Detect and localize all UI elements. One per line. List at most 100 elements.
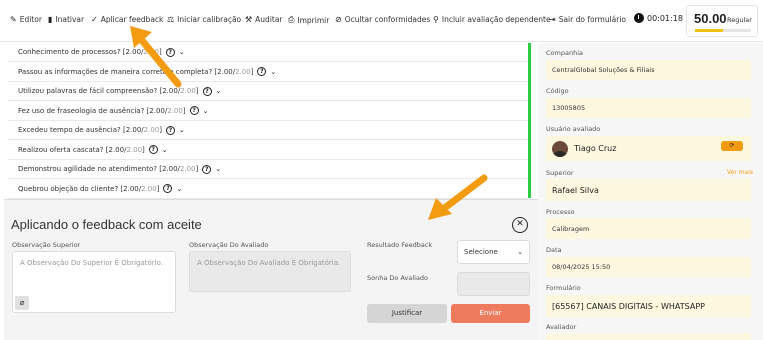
codigo-label: Código (546, 87, 569, 95)
ocultar-conformidades-button[interactable]: ⊘ Ocultar conformidades (335, 15, 430, 24)
inativar-button[interactable]: ▮ Inativar (48, 15, 84, 24)
help-icon[interactable]: ? (202, 164, 212, 174)
question-row[interactable]: Demonstrou agilidade no atendimento? [2.… (8, 160, 528, 179)
score-label: Regular (727, 16, 752, 24)
trash-icon: ▮ (48, 15, 53, 24)
question-text: Utilizou palavras de fácil compreensão? (18, 87, 158, 95)
question-points: [2.00/ (159, 87, 181, 95)
question-row[interactable]: Realizou oferta cascata? [2.00/2.00]? ⌄ (8, 141, 528, 160)
help-icon[interactable]: ? (165, 125, 175, 135)
question-text: Quebrou objeção do cliente? (18, 184, 119, 193)
question-max: 2.00 (235, 67, 251, 76)
usuario-field: Tiago Cruz ⟳ (546, 136, 751, 161)
modal-title: Aplicando o feedback com aceite (11, 217, 202, 232)
edit-icon: ✎ (10, 15, 17, 24)
feedback-modal: Aplicando o feedback com aceite ✕ Observ… (4, 199, 538, 340)
help-icon[interactable]: ? (189, 106, 199, 115)
superior-field: Rafael Silva (546, 179, 751, 201)
swap-icon[interactable]: ⟳ (721, 141, 743, 151)
question-points: [2.00/ (120, 184, 142, 193)
question-points-close: ] (142, 145, 145, 154)
justificar-button[interactable]: Justificar (367, 304, 447, 323)
avaliador-label: Avaliador (546, 323, 577, 331)
chevron-down-icon[interactable]: ⌄ (176, 185, 182, 193)
imprimir-button[interactable]: ⎙ Imprimir (288, 15, 329, 25)
avaliador-field (546, 333, 751, 340)
exit-icon: ⇥ (549, 15, 556, 24)
attach-icon[interactable]: ⌀ (15, 296, 29, 310)
question-row[interactable]: Passou as informações de maneira correta… (8, 63, 528, 82)
chevron-down-icon[interactable]: ⌄ (179, 48, 185, 56)
chevron-down-icon[interactable]: ⌄ (203, 107, 209, 115)
question-points: [2.00/ (159, 165, 180, 173)
sonha-avaliado-input (457, 272, 530, 296)
question-max: 2.00 (180, 87, 196, 95)
obs-avaliado-label: Observação Do Avaliado (189, 241, 269, 249)
eye-off-icon: ⊘ (335, 15, 342, 24)
question-max: 2.00 (141, 184, 157, 193)
question-points: [2.00/ (122, 126, 144, 134)
sair-formulario-button[interactable]: ⇥ Sair do formulário (549, 15, 626, 24)
question-text: Realizou oferta cascata? (18, 145, 104, 154)
questions-list: Conhecimento de processos? [2.00/2.00]? ⌄… (8, 43, 531, 199)
question-max: 2.00 (179, 165, 196, 173)
processo-label: Processo (546, 208, 575, 216)
help-icon[interactable]: ? (165, 47, 175, 57)
score-progress-fill (695, 29, 723, 32)
chevron-down-icon[interactable]: ⌄ (216, 87, 222, 95)
question-points-close: ] (182, 106, 186, 115)
formulario-field: [65567] CANAIS DIGITAIS - WHATSAPP (546, 295, 751, 317)
question-max: 2.00 (143, 48, 159, 56)
question-max: 2.00 (126, 145, 143, 154)
editor-button[interactable]: ✎ Editor (10, 15, 42, 24)
chevron-down-icon: ⌄ (517, 248, 523, 256)
question-text: Fez uso de fraseologia de ausência? (18, 106, 145, 115)
resultado-feedback-value: Selecione (464, 248, 498, 256)
question-points-close: ] (156, 184, 160, 193)
aplicar-feedback-button[interactable]: ✓ Aplicar feedback (91, 15, 163, 24)
question-text: Passou as informações de maneira correta… (18, 67, 213, 76)
question-row[interactable]: Fez uso de fraseologia de ausência? [2.0… (8, 102, 528, 121)
help-icon[interactable]: ? (202, 86, 212, 96)
question-points: [2.00/ (122, 48, 144, 56)
chevron-down-icon[interactable]: ⌄ (215, 165, 221, 173)
companhia-field: CentralGlobal Soluções & Filiais (546, 60, 751, 80)
help-icon[interactable]: ? (163, 184, 173, 193)
question-text: Demonstrou agilidade no atendimento? (18, 165, 157, 173)
chevron-down-icon[interactable]: ⌄ (179, 126, 185, 134)
help-icon[interactable]: ? (148, 145, 158, 154)
toolbar: ✎ Editor ▮ Inativar ✓ Aplicar feedback ⚖ Ini… (0, 0, 763, 42)
processo-field: Calibragem (546, 218, 751, 239)
question-points-close: ] (159, 48, 162, 56)
question-points-close: ] (159, 126, 162, 134)
question-points: [2.00/ (105, 145, 127, 154)
auditar-button[interactable]: ⚒ Auditar (245, 15, 283, 24)
sidebar: Companhia CentralGlobal Soluções & Filia… (538, 43, 763, 340)
ver-mais-link[interactable]: Ver mais (727, 169, 753, 176)
data-label: Data (546, 246, 562, 254)
superior-label: Superior (546, 169, 574, 177)
chevron-down-icon[interactable]: ⌄ (270, 68, 276, 76)
obs-superior-input[interactable]: A Observação Do Superior É Obrigatório. (12, 251, 176, 313)
data-field: 08/04/2025 15:50 (546, 257, 751, 277)
usuario-name: Tiago Cruz (574, 144, 617, 153)
question-row[interactable]: Conhecimento de processos? [2.00/2.00]? ⌄ (8, 43, 528, 62)
sonha-avaliado-label: Sonha Do Avaliado (367, 274, 429, 282)
help-icon[interactable]: ? (257, 67, 267, 76)
avatar (552, 140, 568, 157)
close-icon[interactable]: ✕ (512, 217, 528, 233)
gavel-icon: ⚒ (245, 15, 253, 24)
resultado-feedback-label: Resultado Feedback (367, 241, 433, 249)
enviar-button[interactable]: Enviar (451, 304, 530, 323)
score-progress (695, 29, 751, 32)
resultado-feedback-select[interactable]: Selecione ⌄ (457, 240, 530, 264)
chevron-down-icon[interactable]: ⌄ (162, 146, 168, 154)
iniciar-calibracao-button[interactable]: ⚖ Iniciar calibração (167, 15, 241, 24)
question-row[interactable]: Quebrou objeção do cliente? [2.00/2.00]?… (8, 180, 528, 199)
usuario-label: Usuário avaliado (546, 125, 601, 133)
incluir-avaliacao-dependente-button[interactable]: ⚲ Incluir avaliação dependente (433, 15, 551, 24)
question-row[interactable]: Utilizou palavras de fácil compreensão? … (8, 82, 528, 101)
question-text: Excedeu tempo de ausência? (18, 126, 121, 134)
score-box: 50.00 Regular (686, 5, 758, 37)
question-row[interactable]: Excedeu tempo de ausência? [2.00/2.00]? ⌄ (8, 121, 528, 140)
